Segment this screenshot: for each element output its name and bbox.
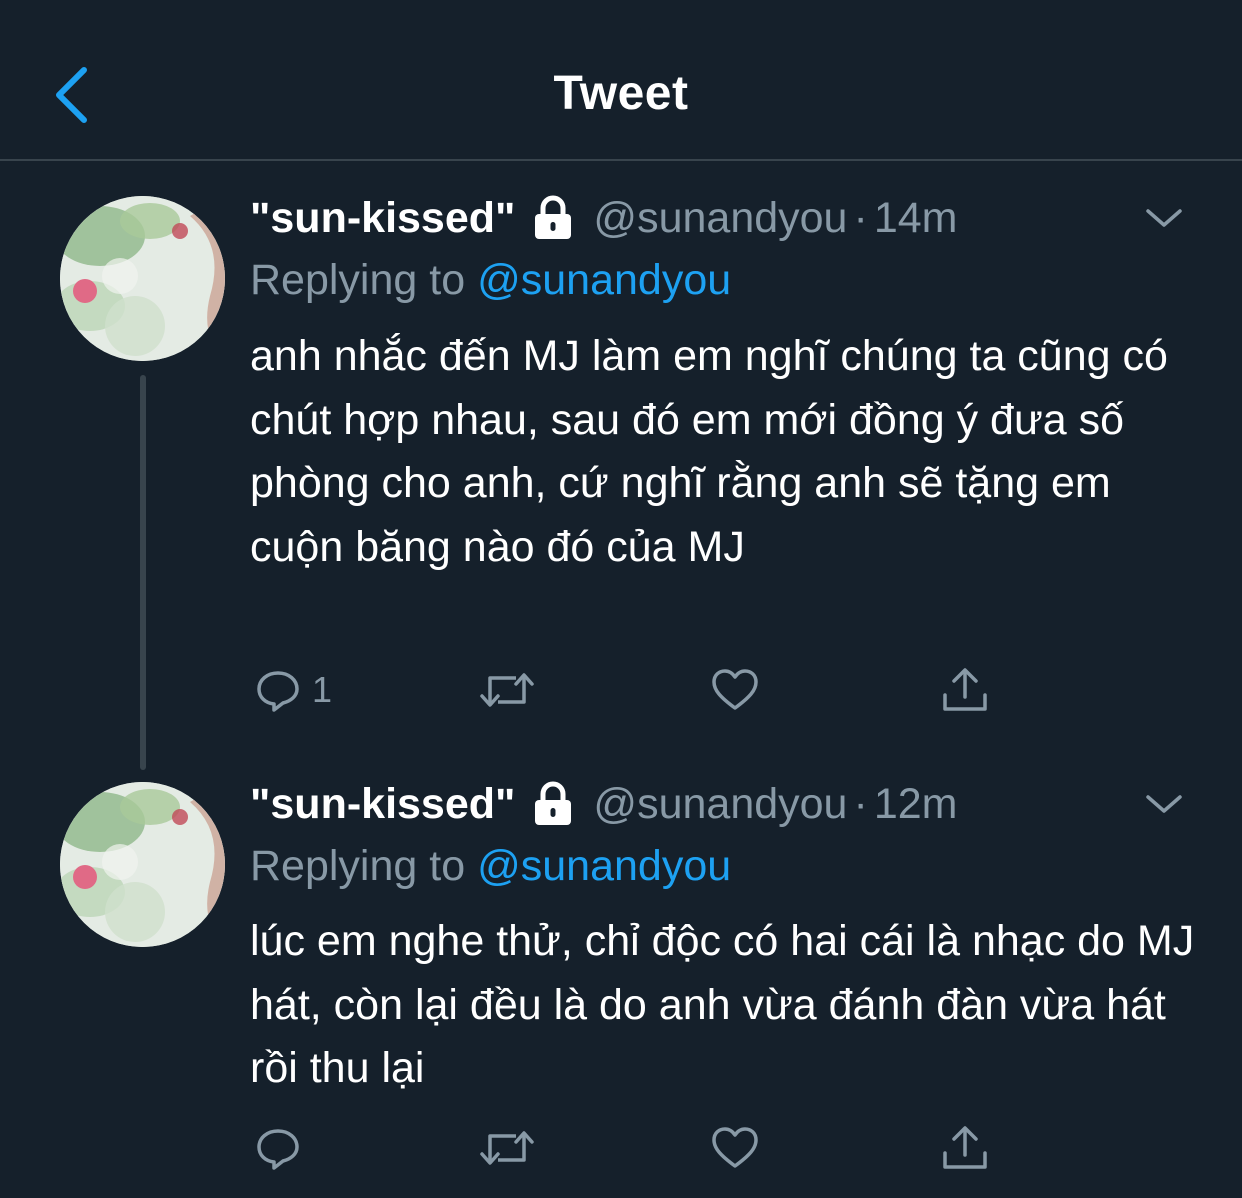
retweet-button[interactable] [478,660,536,720]
avatar[interactable] [60,196,225,361]
heart-icon [712,669,758,710]
tweet-options-button[interactable] [1144,789,1184,819]
heart-icon [712,1127,758,1168]
share-button[interactable] [940,660,990,720]
replying-to: Replying to @sunandyou [250,842,731,891]
like-button[interactable] [710,1118,760,1178]
share-icon [943,1126,987,1169]
tweet-meta: "sun-kissed" @sunandyou · 12m [250,779,957,829]
chevron-down-icon [1146,209,1182,227]
separator-dot: · [853,193,868,242]
replying-to-mention[interactable]: @sunandyou [477,256,731,304]
avatar[interactable] [60,782,225,947]
tweet-text: anh nhắc đến MJ làm em nghĩ chúng ta cũn… [250,332,1168,571]
lock-icon [535,781,572,825]
tweet-actions: 1 [250,660,1010,720]
user-handle[interactable]: @sunandyou [593,780,847,829]
chevron-down-icon [1146,795,1182,813]
share-icon [943,668,987,711]
tweet-meta: "sun-kissed" @sunandyou · 14m [250,193,957,243]
retweet-button[interactable] [478,1118,536,1178]
replying-to: Replying to @sunandyou [250,256,731,305]
replying-to-label: Replying to [250,842,466,890]
timestamp[interactable]: 14m [874,194,958,243]
retweet-icon [480,1131,534,1165]
reply-button[interactable] [254,1118,312,1178]
user-handle[interactable]: @sunandyou [593,194,847,243]
tweet-text: lúc em nghe thử, chỉ độc có hai cái là n… [250,917,1195,1092]
reply-count: 1 [312,669,333,710]
separator-dot: · [853,779,868,828]
display-name[interactable]: "sun-kissed" [250,780,515,829]
thread-connector-line [140,375,146,770]
replying-to-mention[interactable]: @sunandyou [477,842,731,890]
timestamp[interactable]: 12m [874,780,958,829]
reply-icon [257,671,299,712]
page-title: Tweet [553,67,689,120]
display-name[interactable]: "sun-kissed" [250,194,515,243]
replying-to-label: Replying to [250,256,466,304]
reply-button[interactable]: 1 [254,660,332,720]
tweet-actions [250,1118,1010,1178]
top-bar: Tweet [0,0,1242,161]
like-button[interactable] [710,660,760,720]
retweet-icon [480,673,534,707]
lock-icon [535,195,572,239]
reply-icon [257,1129,299,1170]
tweet-options-button[interactable] [1144,203,1184,233]
share-button[interactable] [940,1118,990,1178]
